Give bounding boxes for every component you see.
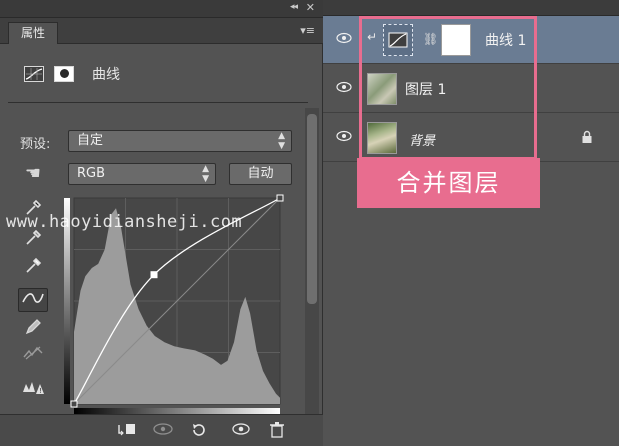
collapse-panel-icon[interactable]: ◂◂	[290, 2, 298, 12]
output-gradient-bar	[64, 198, 70, 404]
trash-icon[interactable]	[266, 421, 288, 441]
eye-icon[interactable]	[336, 32, 352, 46]
curve-control-point[interactable]	[276, 194, 284, 202]
curve-edit-icon[interactable]	[18, 288, 48, 312]
view-previous-icon[interactable]	[152, 421, 174, 441]
photoshop-workspace: ◂◂ ✕ 属性 ▾≡ 曲线 预设: 自定 ▲ ▼ ☚ RGB ▲ ▼ 自动 ! …	[0, 0, 619, 446]
panel-top-strip: ◂◂ ✕	[0, 0, 323, 18]
highlight-frame	[359, 16, 537, 160]
svg-text:!: !	[39, 387, 42, 395]
auto-button[interactable]: 自动	[229, 163, 292, 185]
eye-icon[interactable]	[336, 130, 352, 144]
preset-dropdown[interactable]: 自定 ▲ ▼	[68, 130, 292, 152]
panel-menu-icon[interactable]: ▾≡	[300, 24, 315, 37]
curves-adjustment-icon[interactable]	[24, 66, 44, 82]
on-image-adjust-hand-icon[interactable]: ☚	[18, 162, 48, 186]
layer-mask-icon[interactable]	[54, 66, 74, 82]
smooth-icon[interactable]	[18, 344, 48, 368]
tab-properties[interactable]: 属性	[8, 22, 59, 44]
channel-dropdown[interactable]: RGB ▲ ▼	[68, 163, 216, 185]
visibility-column	[323, 16, 361, 64]
layers-top-strip	[323, 0, 619, 16]
properties-tab-bar: 属性 ▾≡	[0, 18, 323, 44]
scrollbar-thumb[interactable]	[307, 114, 317, 304]
properties-panel: ◂◂ ✕ 属性 ▾≡ 曲线 预设: 自定 ▲ ▼ ☚ RGB ▲ ▼ 自动 !	[0, 0, 323, 446]
visibility-column	[323, 114, 361, 162]
clip-to-layer-icon[interactable]	[116, 421, 138, 441]
merge-layers-caption: 合并图层	[357, 158, 540, 208]
visibility-icon[interactable]	[230, 421, 252, 441]
channel-value: RGB	[77, 166, 106, 181]
preset-label: 预设:	[20, 137, 51, 152]
divider	[8, 102, 308, 103]
adjustment-title: 曲线	[92, 67, 120, 83]
properties-bottom-bar	[0, 414, 323, 446]
reset-icon[interactable]	[188, 421, 210, 441]
curve-control-point[interactable]	[150, 271, 158, 279]
sample-gray-icon[interactable]	[18, 228, 48, 252]
dropdown-arrows-icon: ▲ ▼	[202, 164, 209, 184]
sample-white-icon[interactable]	[18, 256, 48, 280]
close-panel-icon[interactable]: ✕	[306, 1, 315, 14]
preset-value: 自定	[77, 133, 104, 148]
sample-black-icon[interactable]	[18, 198, 48, 222]
visibility-column	[323, 65, 361, 113]
clipping-warning-icon[interactable]: !	[18, 378, 48, 402]
layers-panel: ↵ ⛓ 曲线 1 图层 1 背景 合并图层	[323, 0, 619, 446]
eye-icon[interactable]	[336, 81, 352, 95]
pencil-icon[interactable]	[18, 318, 48, 342]
curves-graph[interactable]	[64, 194, 290, 426]
dropdown-arrows-icon: ▲ ▼	[278, 131, 285, 151]
lock-icon	[581, 129, 593, 143]
curve-control-point[interactable]	[70, 400, 78, 408]
